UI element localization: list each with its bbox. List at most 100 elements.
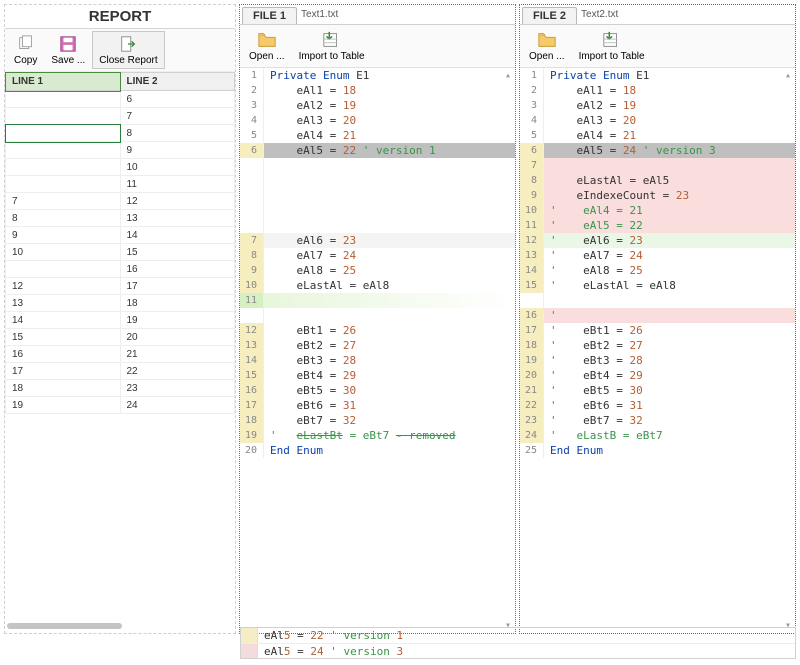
- code-line[interactable]: 11' eAl5 = 22: [520, 218, 795, 233]
- file1-open-button[interactable]: Open ...: [242, 27, 292, 65]
- code-line[interactable]: 19' eBt3 = 28: [520, 353, 795, 368]
- code-line[interactable]: [240, 308, 515, 323]
- table-row[interactable]: 1217: [6, 278, 235, 295]
- code-line[interactable]: 16': [520, 308, 795, 323]
- code-line[interactable]: 22' eBt6 = 31: [520, 398, 795, 413]
- code-line[interactable]: 13' eAl7 = 24: [520, 248, 795, 263]
- file2-scroll-up-icon[interactable]: ▴: [785, 70, 791, 81]
- code-line[interactable]: 15' eLastAl = eAl8: [520, 278, 795, 293]
- table-row[interactable]: 7: [6, 108, 235, 125]
- line-number: 15: [240, 368, 264, 383]
- code-line[interactable]: [240, 158, 515, 173]
- file1-tab[interactable]: FILE 1: [242, 7, 297, 24]
- code-line[interactable]: 12' eAl6 = 23: [520, 233, 795, 248]
- code-line[interactable]: 8 eAl7 = 24: [240, 248, 515, 263]
- table-row[interactable]: 1520: [6, 329, 235, 346]
- table-row[interactable]: 10: [6, 159, 235, 176]
- table-row[interactable]: 1924: [6, 397, 235, 414]
- table-row[interactable]: 914: [6, 227, 235, 244]
- code-line[interactable]: 4 eAl3 = 20: [520, 113, 795, 128]
- file1-toolbar: Open ... Import to Table: [240, 25, 515, 68]
- import-table-icon: [322, 31, 342, 49]
- table-row[interactable]: 9: [6, 142, 235, 159]
- code-line[interactable]: [240, 188, 515, 203]
- table-row[interactable]: 1621: [6, 346, 235, 363]
- file1-code-area[interactable]: ▴ ▾ 1Private Enum E12 eAl1 = 183 eAl2 = …: [240, 68, 515, 633]
- code-line[interactable]: 17 eBt6 = 31: [240, 398, 515, 413]
- table-row[interactable]: 1015: [6, 244, 235, 261]
- table-row[interactable]: 11: [6, 176, 235, 193]
- code-line[interactable]: 9 eIndexeCount = 23: [520, 188, 795, 203]
- save-button[interactable]: Save ...: [44, 31, 92, 69]
- table-row[interactable]: 813: [6, 210, 235, 227]
- report-col2-header[interactable]: LINE 2: [120, 73, 235, 91]
- code-line[interactable]: [520, 293, 795, 308]
- line-content: ': [544, 308, 795, 323]
- table-row[interactable]: 1419: [6, 312, 235, 329]
- code-line[interactable]: 20' eBt4 = 29: [520, 368, 795, 383]
- code-line[interactable]: 24' eLastB = eBt7: [520, 428, 795, 443]
- code-line[interactable]: 6 eAl5 = 24 ' version 3: [520, 143, 795, 158]
- code-line[interactable]: 8 eLastAl = eAl5: [520, 173, 795, 188]
- report-col1-header[interactable]: LINE 1: [6, 73, 121, 91]
- copy-button[interactable]: Copy: [7, 31, 44, 69]
- code-line[interactable]: 23' eBt7 = 32: [520, 413, 795, 428]
- table-row[interactable]: 1722: [6, 363, 235, 380]
- code-line[interactable]: 15 eBt4 = 29: [240, 368, 515, 383]
- table-row[interactable]: 712: [6, 193, 235, 210]
- code-line[interactable]: 19' eLastBt = eBt7 - removed: [240, 428, 515, 443]
- code-line[interactable]: [240, 173, 515, 188]
- line-number: 14: [520, 263, 544, 278]
- close-report-button[interactable]: Close Report: [92, 31, 164, 69]
- code-line[interactable]: 14' eAl8 = 25: [520, 263, 795, 278]
- line-content: [264, 308, 515, 323]
- line-content: ' eAl4 = 21: [544, 203, 795, 218]
- code-line[interactable]: 17' eBt1 = 26: [520, 323, 795, 338]
- code-line[interactable]: 10 eLastAl = eAl8: [240, 278, 515, 293]
- code-line[interactable]: 4 eAl3 = 20: [240, 113, 515, 128]
- code-line[interactable]: 1Private Enum E1: [520, 68, 795, 83]
- code-line[interactable]: 7 eAl6 = 23: [240, 233, 515, 248]
- code-line[interactable]: [240, 218, 515, 233]
- line-number: 24: [520, 428, 544, 443]
- table-row[interactable]: 8: [6, 125, 235, 142]
- code-line[interactable]: 13 eBt2 = 27: [240, 338, 515, 353]
- code-line[interactable]: 5 eAl4 = 21: [240, 128, 515, 143]
- code-line[interactable]: 3 eAl2 = 19: [240, 98, 515, 113]
- file2-import-button[interactable]: Import to Table: [572, 27, 652, 65]
- code-line[interactable]: 3 eAl2 = 19: [520, 98, 795, 113]
- code-line[interactable]: 6 eAl5 = 22 ' version 1: [240, 143, 515, 158]
- code-line[interactable]: 2 eAl1 = 18: [240, 83, 515, 98]
- code-line[interactable]: 21' eBt5 = 30: [520, 383, 795, 398]
- report-table[interactable]: LINE 1 LINE 2 67891011712813914101516121…: [5, 72, 235, 619]
- code-line[interactable]: 5 eAl4 = 21: [520, 128, 795, 143]
- code-line[interactable]: 18 eBt7 = 32: [240, 413, 515, 428]
- code-line[interactable]: 25End Enum: [520, 443, 795, 458]
- file1-scroll-up-icon[interactable]: ▴: [505, 70, 511, 81]
- table-row[interactable]: 16: [6, 261, 235, 278]
- report-hscrollbar[interactable]: [5, 623, 235, 633]
- code-line[interactable]: 7: [520, 158, 795, 173]
- code-line[interactable]: 12 eBt1 = 26: [240, 323, 515, 338]
- line-number: 11: [240, 293, 264, 308]
- table-row[interactable]: 1318: [6, 295, 235, 312]
- code-line[interactable]: 10' eAl4 = 21: [520, 203, 795, 218]
- code-line[interactable]: [240, 203, 515, 218]
- table-row[interactable]: 1823: [6, 380, 235, 397]
- code-line[interactable]: 2 eAl1 = 18: [520, 83, 795, 98]
- summary-row-file1: eAl5 = 22 ' version 1: [241, 628, 795, 643]
- code-line[interactable]: 11: [240, 293, 515, 308]
- code-line[interactable]: 14 eBt3 = 28: [240, 353, 515, 368]
- line-content: eAl8 = 25: [264, 263, 515, 278]
- file2-code-area[interactable]: ▴ ▾ 1Private Enum E12 eAl1 = 183 eAl2 = …: [520, 68, 795, 633]
- code-line[interactable]: 9 eAl8 = 25: [240, 263, 515, 278]
- code-line[interactable]: 1Private Enum E1: [240, 68, 515, 83]
- code-line[interactable]: 18' eBt2 = 27: [520, 338, 795, 353]
- file2-open-button[interactable]: Open ...: [522, 27, 572, 65]
- code-line[interactable]: 16 eBt5 = 30: [240, 383, 515, 398]
- line-number: 20: [520, 368, 544, 383]
- code-line[interactable]: 20End Enum: [240, 443, 515, 458]
- file2-tab[interactable]: FILE 2: [522, 7, 577, 24]
- table-row[interactable]: 6: [6, 91, 235, 108]
- file1-import-button[interactable]: Import to Table: [292, 27, 372, 65]
